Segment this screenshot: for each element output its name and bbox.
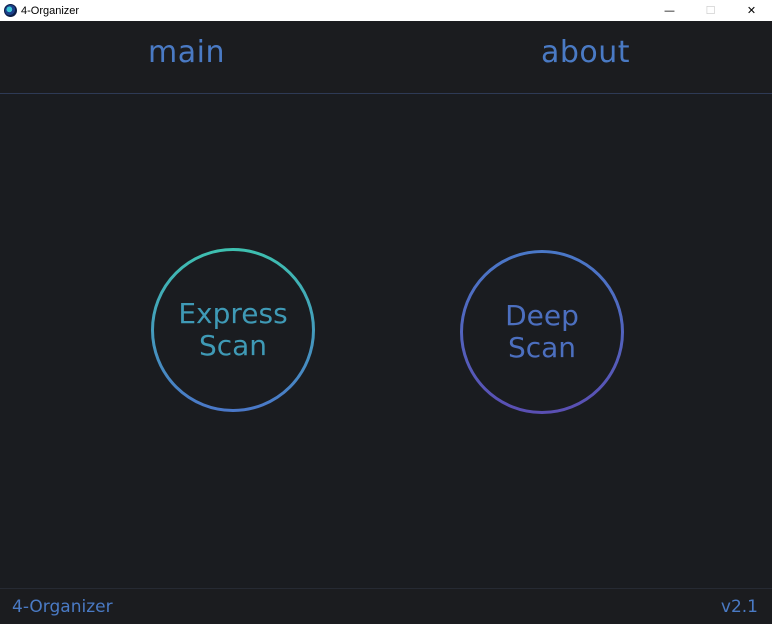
nav-main-tab[interactable]: main <box>148 35 225 70</box>
express-scan-label-line2: Scan <box>198 329 268 362</box>
window-controls: — ☐ ✕ <box>649 0 772 21</box>
nav-bar: main about <box>0 21 772 94</box>
minimize-button[interactable]: — <box>649 0 690 21</box>
nav-about-tab[interactable]: about <box>541 35 630 70</box>
app-logo-icon <box>4 4 17 17</box>
window-title: 4-Organizer <box>21 4 80 17</box>
footer-app-name: 4-Organizer <box>12 597 113 617</box>
footer-bar: 4-Organizer v2.1 <box>0 588 772 624</box>
deep-scan-label-line2: Scan <box>507 331 577 364</box>
express-scan-button[interactable]: Express Scan <box>151 248 315 412</box>
maximize-button[interactable]: ☐ <box>690 0 731 21</box>
deep-scan-button[interactable]: Deep Scan <box>460 250 624 414</box>
express-scan-label-line1: Express <box>178 296 288 330</box>
version-label: v2.1 <box>720 597 758 617</box>
deep-scan-label-line1: Deep <box>505 298 579 332</box>
title-bar: 4-Organizer — ☐ ✕ <box>0 0 772 21</box>
app-window: 4-Organizer — ☐ ✕ main about Express Sca… <box>0 0 772 624</box>
close-button[interactable]: ✕ <box>731 0 772 21</box>
